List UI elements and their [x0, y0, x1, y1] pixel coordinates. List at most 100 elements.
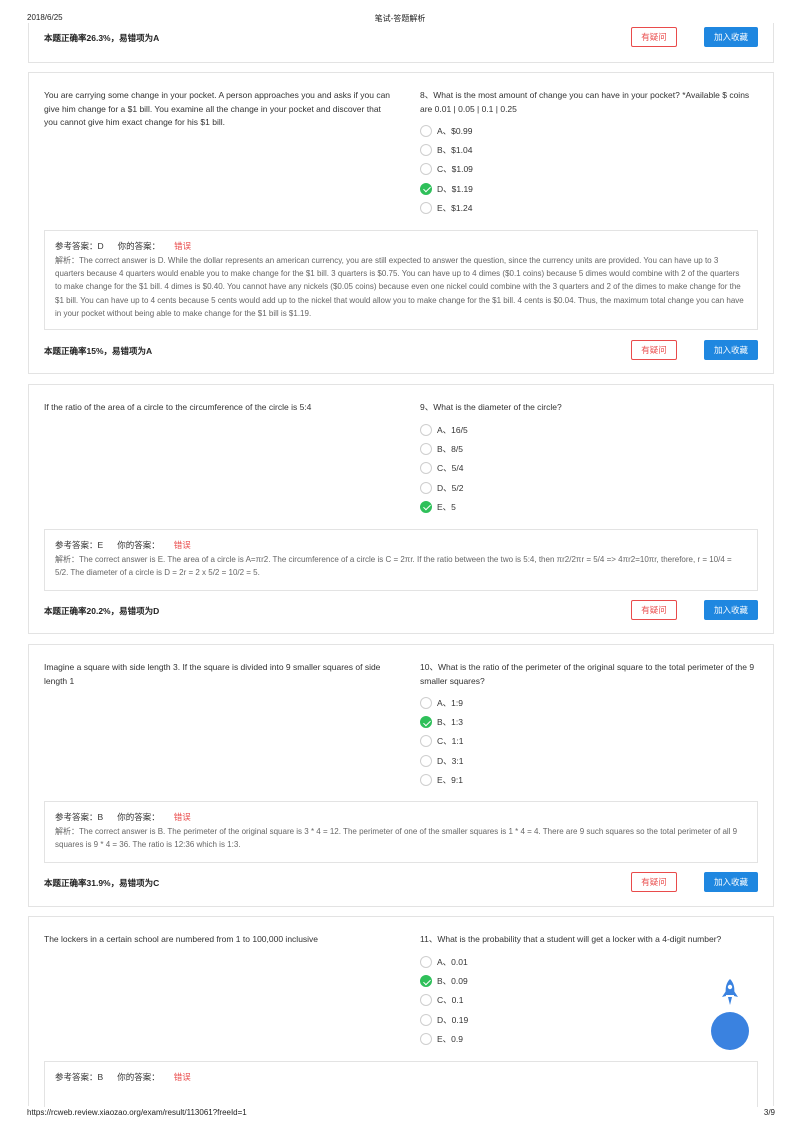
- question-card: The lockers in a certain school are numb…: [28, 916, 774, 1107]
- reference-answer-value: E: [97, 540, 104, 550]
- option-item[interactable]: A、$0.99: [420, 125, 720, 144]
- favorite-button[interactable]: 加入收藏: [704, 27, 758, 47]
- your-answer-label: 你的答案：: [117, 540, 160, 550]
- question-stem: 8、What is the most amount of change you …: [420, 90, 750, 114]
- accuracy-rate: 本题正确率31.9%，易错项为C: [44, 878, 160, 888]
- option-item[interactable]: B、0.09: [420, 975, 720, 994]
- option-label: B、1:3: [437, 717, 463, 728]
- option-list: A、$0.99 B、$1.04 C、$1.09 D、$1.19 E、$1.24: [420, 125, 720, 221]
- answer-analysis-box: 参考答案：D 你的答案： 错误 解析：The correct answer is D…: [44, 230, 758, 330]
- option-item[interactable]: B、8/5: [420, 443, 720, 462]
- option-item[interactable]: A、16/5: [420, 424, 720, 443]
- wrong-status: 错误: [174, 241, 192, 251]
- radio-icon[interactable]: [420, 443, 432, 456]
- radio-icon[interactable]: [420, 1013, 432, 1026]
- option-item[interactable]: C、5/4: [420, 462, 720, 481]
- radio-icon[interactable]: [420, 697, 432, 709]
- radio-icon[interactable]: [420, 1032, 432, 1045]
- option-label: B、8/5: [437, 444, 463, 455]
- option-item[interactable]: E、$1.24: [420, 201, 720, 221]
- radio-icon[interactable]: [420, 994, 432, 1007]
- radio-icon[interactable]: [420, 163, 432, 176]
- question-card: Imagine a square with side length 3. If …: [28, 644, 774, 907]
- question-stem: 9、What is the diameter of the circle?: [420, 402, 562, 412]
- question-passage: You are carrying some change in your poc…: [44, 90, 391, 127]
- option-item[interactable]: D、$1.19: [420, 182, 720, 202]
- favorite-button[interactable]: 加入收藏: [704, 600, 758, 620]
- radio-icon[interactable]: [420, 956, 432, 968]
- radio-icon[interactable]: [420, 754, 432, 767]
- option-item[interactable]: E、0.9: [420, 1032, 720, 1052]
- radio-icon[interactable]: [420, 125, 432, 137]
- reference-answer-value: D: [97, 241, 104, 251]
- stats-row: 本题正确率20.2%，易错项为D 有疑问 加入收藏: [44, 600, 758, 620]
- option-item[interactable]: E、5: [420, 500, 720, 520]
- question-passage: If the ratio of the area of a circle to …: [44, 402, 312, 412]
- radio-icon[interactable]: [420, 773, 432, 786]
- option-label: D、3:1: [437, 755, 464, 766]
- favorite-button[interactable]: 加入收藏: [704, 340, 758, 360]
- floating-action-button[interactable]: [711, 1012, 749, 1050]
- favorite-button[interactable]: 加入收藏: [704, 872, 758, 892]
- your-answer-label: 你的答案：: [117, 812, 160, 822]
- your-answer-label: 你的答案：: [117, 241, 161, 251]
- option-item[interactable]: B、1:3: [420, 716, 720, 735]
- check-circle-icon[interactable]: [420, 182, 432, 195]
- radio-icon[interactable]: [420, 201, 432, 214]
- option-label: E、9:1: [437, 774, 463, 785]
- answer-line: 参考答案：E 你的答案： 错误: [55, 539, 747, 553]
- option-item[interactable]: C、0.1: [420, 994, 720, 1013]
- reference-answer-label: 参考答案：: [55, 241, 98, 251]
- option-label: A、$0.99: [437, 126, 473, 136]
- option-label: C、$1.09: [437, 164, 473, 175]
- option-label: A、1:9: [437, 698, 463, 708]
- doubt-button[interactable]: 有疑问: [631, 600, 677, 620]
- radio-icon[interactable]: [420, 144, 432, 157]
- radio-icon[interactable]: [420, 462, 432, 475]
- option-label: D、$1.19: [437, 183, 473, 194]
- check-circle-icon[interactable]: [420, 716, 432, 729]
- radio-icon[interactable]: [420, 424, 432, 436]
- answer-line: 参考答案：B 你的答案： 错误: [55, 1071, 747, 1085]
- accuracy-rate: 本题正确率15%，易错项为A: [44, 346, 153, 356]
- wrong-status: 错误: [173, 540, 191, 550]
- check-circle-icon[interactable]: [420, 500, 432, 513]
- radio-icon[interactable]: [420, 481, 432, 494]
- answer-analysis-box: 参考答案：B 你的答案： 错误: [44, 1061, 758, 1107]
- option-item[interactable]: D、0.19: [420, 1013, 720, 1033]
- option-label: C、5/4: [437, 463, 464, 474]
- analysis-text: 解析：The correct answer is D. While the do…: [55, 256, 744, 318]
- option-label: D、5/2: [437, 482, 464, 493]
- reference-answer-label: 参考答案：: [55, 1072, 98, 1082]
- page-number: 3/9: [763, 1108, 775, 1117]
- option-label: B、0.09: [437, 976, 468, 987]
- doubt-button[interactable]: 有疑问: [631, 27, 677, 47]
- check-circle-icon[interactable]: [420, 975, 432, 988]
- rocket-icon[interactable]: [720, 978, 740, 1008]
- option-label: D、0.19: [437, 1014, 469, 1025]
- option-label: A、0.01: [437, 957, 468, 967]
- question-card-partial: 本题正确率26.3%，易错项为A 有疑问 加入收藏: [28, 23, 774, 63]
- option-item[interactable]: A、0.01: [420, 956, 720, 975]
- option-item[interactable]: B、$1.04: [420, 144, 720, 163]
- option-item[interactable]: D、5/2: [420, 481, 720, 501]
- option-item[interactable]: C、1:1: [420, 735, 720, 754]
- question-stem: 10、What is the ratio of the perimeter of…: [420, 662, 755, 686]
- option-label: E、5: [437, 501, 456, 512]
- question-card: You are carrying some change in your poc…: [28, 72, 774, 374]
- option-item[interactable]: E、9:1: [420, 773, 720, 793]
- analysis-text: 解析：The correct answer is E. The area of …: [55, 555, 732, 578]
- radio-icon[interactable]: [420, 735, 432, 748]
- option-list: A、0.01 B、0.09 C、0.1 D、0.19 E、0.9: [420, 956, 720, 1052]
- answer-line: 参考答案：B 你的答案： 错误: [55, 811, 747, 825]
- option-item[interactable]: D、3:1: [420, 754, 720, 774]
- option-label: E、0.9: [437, 1033, 463, 1044]
- doubt-button[interactable]: 有疑问: [631, 872, 677, 892]
- option-item[interactable]: A、1:9: [420, 697, 720, 716]
- stats-row: 本题正确率26.3%，易错项为A 有疑问 加入收藏: [44, 27, 758, 47]
- answer-line: 参考答案：D 你的答案： 错误: [55, 240, 747, 254]
- option-list: A、16/5 B、8/5 C、5/4 D、5/2 E、5: [420, 424, 720, 520]
- doubt-button[interactable]: 有疑问: [631, 340, 677, 360]
- wrong-status: 错误: [173, 1072, 191, 1082]
- option-item[interactable]: C、$1.09: [420, 163, 720, 182]
